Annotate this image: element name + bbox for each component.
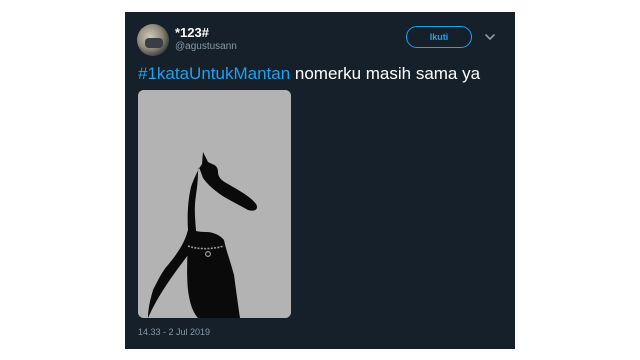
- tweet-text: #1kataUntukMantan nomerku masih sama ya: [138, 64, 480, 84]
- user-handle[interactable]: @agustusann: [175, 41, 237, 52]
- tweet-media-image[interactable]: [138, 90, 291, 318]
- hashtag-link[interactable]: #1kataUntukMantan: [138, 64, 290, 83]
- tweet-card: *123# @agustusann Ikuti #1kataUntukManta…: [125, 12, 515, 349]
- dog-silhouette-photo: [138, 90, 291, 318]
- tweet-body: nomerku masih sama ya: [290, 64, 481, 83]
- chevron-down-icon[interactable]: [483, 30, 497, 44]
- avatar[interactable]: [137, 24, 169, 56]
- display-name[interactable]: *123#: [175, 25, 209, 40]
- tweet-timestamp[interactable]: 14.33 - 2 Jul 2019: [138, 327, 210, 337]
- follow-button[interactable]: Ikuti: [406, 26, 472, 48]
